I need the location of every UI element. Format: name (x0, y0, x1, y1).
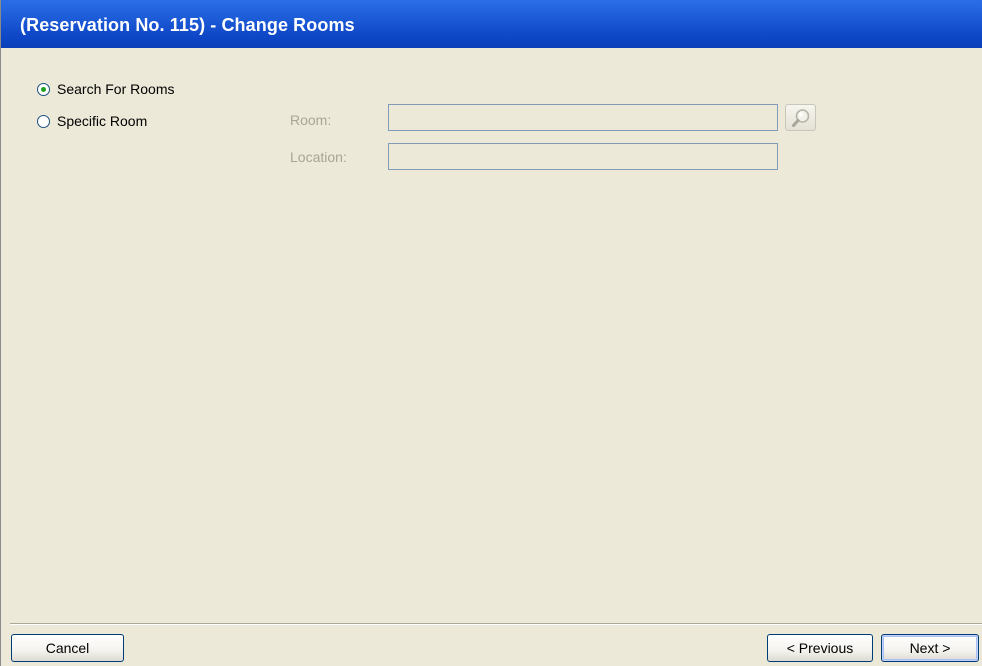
room-field[interactable] (388, 104, 778, 131)
next-button[interactable]: Next > (881, 634, 979, 662)
specific-room-radio[interactable]: Specific Room (37, 111, 147, 131)
specific-room-label: Specific Room (57, 113, 148, 129)
footer-divider (10, 623, 982, 625)
previous-button[interactable]: < Previous (767, 634, 873, 662)
radio-selected-icon (37, 82, 50, 96)
radio-unselected-icon (37, 114, 50, 128)
cancel-button[interactable]: Cancel (11, 634, 124, 662)
location-field[interactable] (388, 143, 778, 170)
location-label: Location: (290, 149, 347, 165)
room-lookup-button[interactable] (785, 104, 816, 131)
magnifier-icon (791, 108, 809, 127)
window-title: (Reservation No. 115) - Change Rooms (1, 0, 982, 48)
room-label: Room: (290, 112, 332, 128)
change-rooms-window: (Reservation No. 115) - Change Rooms Sea… (0, 0, 982, 666)
radio-dot-icon (41, 86, 46, 92)
search-for-rooms-radio[interactable]: Search For Rooms (37, 79, 174, 99)
search-for-rooms-label: Search For Rooms (57, 81, 175, 97)
